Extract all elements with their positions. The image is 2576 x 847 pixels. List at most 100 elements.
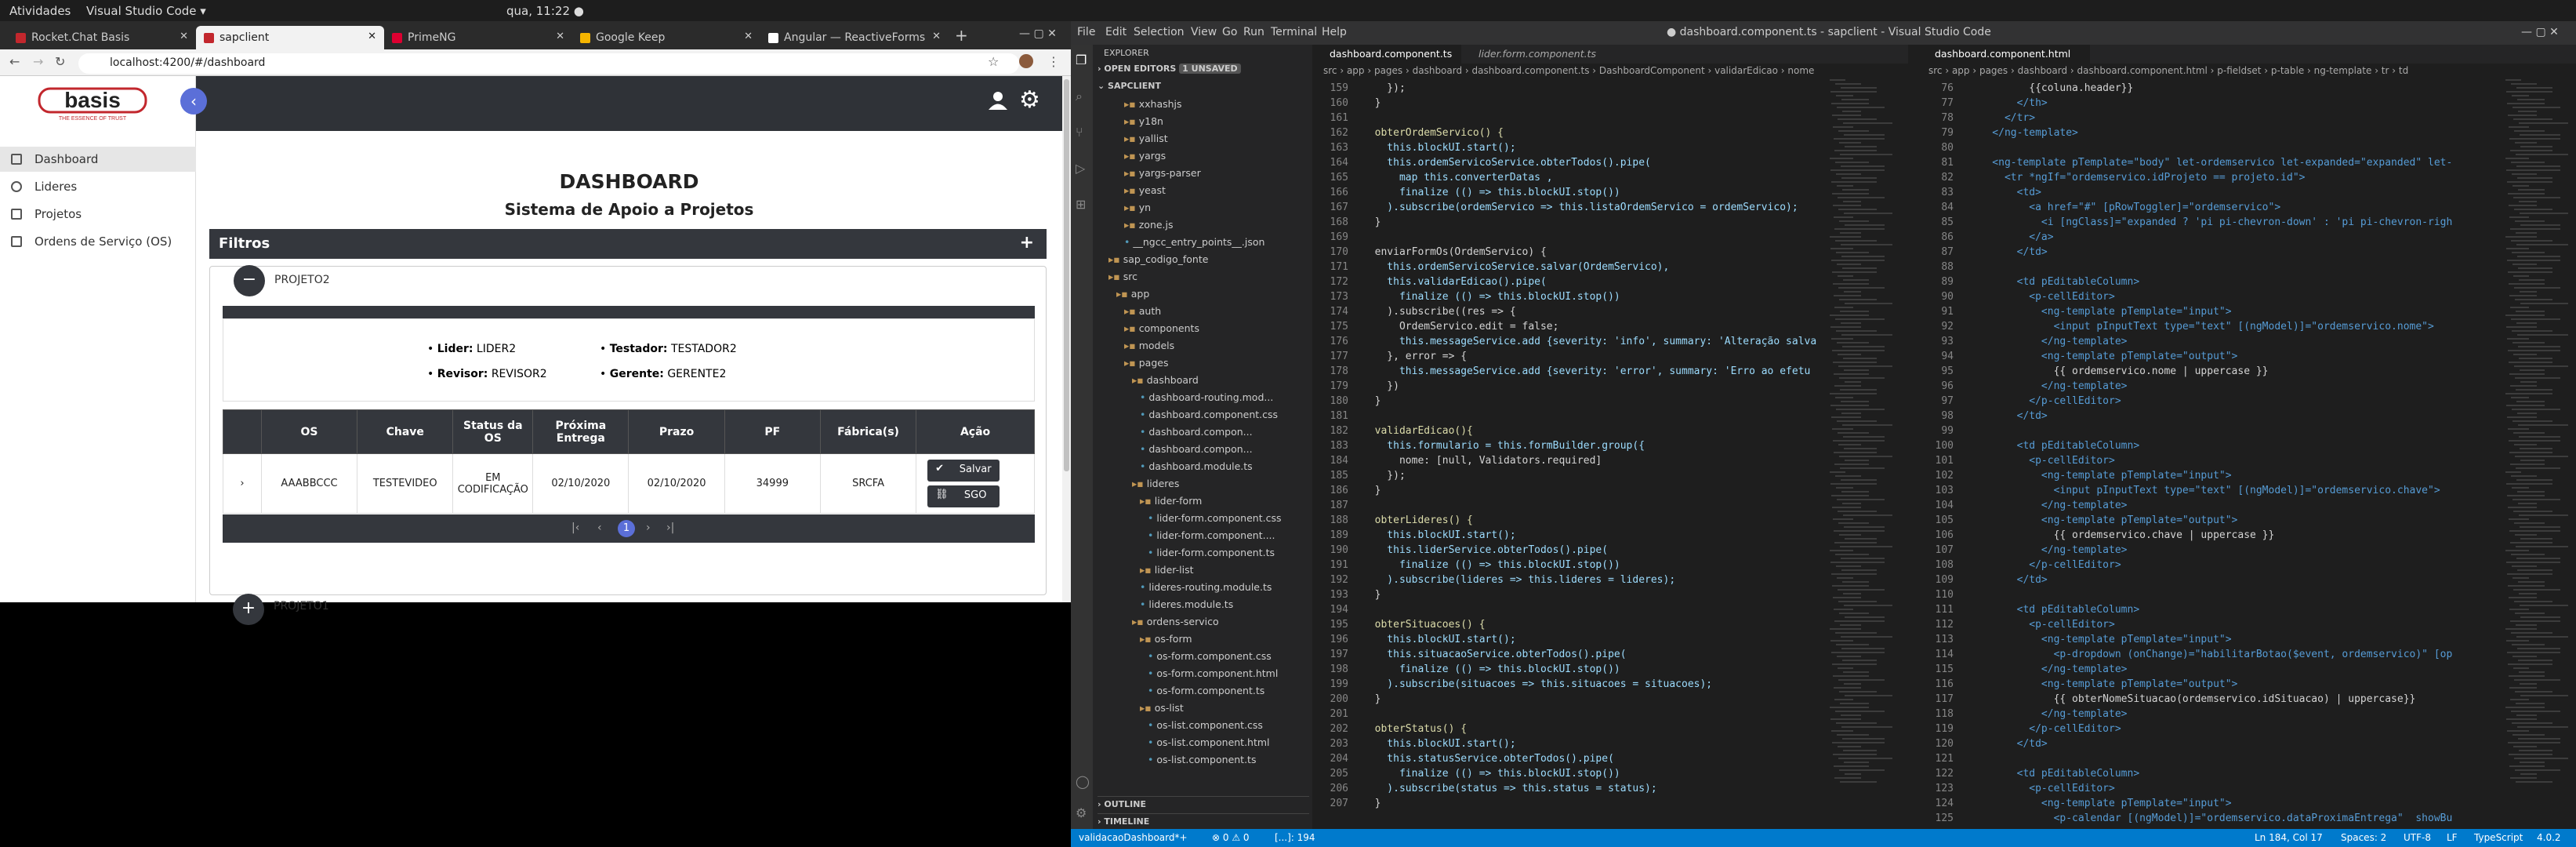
code-line[interactable]: 207 } <box>1312 798 1822 812</box>
code-line[interactable]: 169 <box>1312 231 1822 246</box>
code-line[interactable]: 160 } <box>1312 97 1822 112</box>
branch-indicator[interactable]: validacaoDashboard*+ <box>1079 832 1188 843</box>
tree-file[interactable]: • os-list.component.html <box>1093 736 1312 754</box>
code-line[interactable]: 179 }) <box>1312 380 1822 395</box>
fabrica-cell[interactable]: SRCFA <box>819 453 917 514</box>
menu-run[interactable]: Run <box>1243 26 1264 38</box>
code-line[interactable]: 97 </p-cellEditor> <box>1917 395 2498 410</box>
code-line[interactable]: 192 ).subscribe(lideres => this.lideres … <box>1312 574 1822 589</box>
code-line[interactable]: 124 <ng-template pTemplate="input"> <box>1917 798 2498 812</box>
code-line[interactable]: 195 obterSituacoes() { <box>1312 619 1822 634</box>
close-icon[interactable]: ✕ <box>556 31 564 42</box>
code-line[interactable]: 116 <ng-template pTemplate="output"> <box>1917 678 2498 693</box>
filtros-panel-header[interactable]: Filtros + <box>209 229 1047 259</box>
code-line[interactable]: 176 this.messageService.add {severity: '… <box>1312 336 1822 351</box>
code-line[interactable]: 82 <tr *ngIf="ordemservico.idProjeto == … <box>1917 172 2498 187</box>
code-line[interactable]: 187 <box>1312 500 1822 514</box>
url-input[interactable]: localhost:4200/#/dashboard <box>78 53 1019 74</box>
code-line[interactable]: 86 </a> <box>1917 231 2498 246</box>
code-line[interactable]: 125 <p-calendar [(ngModel)]="ordemservic… <box>1917 812 2498 827</box>
code-line[interactable]: 165 map this.converterDatas , <box>1312 172 1822 187</box>
code-line[interactable]: 162 obterOrdemServico() { <box>1312 127 1822 142</box>
column-header[interactable]: PF <box>724 409 821 454</box>
window-controls[interactable]: — ▢ ✕ <box>2521 26 2559 38</box>
code-line[interactable]: 84 <a href="#" [pRowToggler]="ordemservi… <box>1917 202 2498 216</box>
tree-folder[interactable]: ▸▪ components <box>1093 322 1312 340</box>
tree-folder[interactable]: ▸▪ yargs <box>1093 150 1312 167</box>
code-line[interactable]: 96 </ng-template> <box>1917 380 2498 395</box>
code-line[interactable]: 199 ).subscribe(situacoes => this.situac… <box>1312 678 1822 693</box>
extensions-icon[interactable]: ⊞ <box>1076 197 1086 212</box>
code-line[interactable]: 94 <ng-template pTemplate="output"> <box>1917 351 2498 365</box>
tree-folder[interactable]: ▸▪ yallist <box>1093 133 1312 150</box>
forward-icon[interactable]: → <box>33 54 43 69</box>
menu-edit[interactable]: Edit <box>1105 26 1127 38</box>
code-line[interactable]: 191 finalize (() => this.blockUI.stop()) <box>1312 559 1822 574</box>
sgo-button[interactable]: ⛓ SGO <box>927 485 1000 507</box>
tree-file[interactable]: • dashboard.compon... <box>1093 443 1312 460</box>
prazo-cell[interactable]: 02/10/2020 <box>628 453 725 514</box>
code-line[interactable]: 193 } <box>1312 589 1822 604</box>
code-line[interactable]: 113 <ng-template pTemplate="input"> <box>1917 634 2498 649</box>
code-line[interactable]: 177 }, error => { <box>1312 351 1822 365</box>
code-line[interactable]: 115 </ng-template> <box>1917 663 2498 678</box>
code-line[interactable]: 172 this.validarEdicao().pipe( <box>1312 276 1822 291</box>
code-line[interactable]: 101 <p-cellEditor> <box>1917 455 2498 470</box>
ts-version[interactable]: 4.0.2 <box>2537 832 2561 843</box>
code-line[interactable]: 182 validarEdicao(){ <box>1312 425 1822 440</box>
tab-dashboard-html[interactable]: dashboard.component.html <box>1917 45 2090 64</box>
tree-file[interactable]: • lider-form.component.ts <box>1093 547 1312 564</box>
code-line[interactable]: 114 <p-dropdown (onChange)="habilitarBot… <box>1917 649 2498 663</box>
tree-folder[interactable]: ▸▪ models <box>1093 340 1312 357</box>
tree-file[interactable]: • dashboard-routing.mod... <box>1093 391 1312 409</box>
code-line[interactable]: 178 this.messageService.add {severity: '… <box>1312 365 1822 380</box>
tab-primeng[interactable]: PrimeNG ✕ <box>384 26 572 49</box>
sidebar-toggle-button[interactable]: ‹ <box>180 88 207 115</box>
status-cell[interactable]: EM CODIFICAÇÃO <box>452 453 534 514</box>
nav-lideres[interactable]: Lideres <box>0 174 196 199</box>
tree-folder[interactable]: ▸▪ src <box>1093 271 1312 288</box>
code-line[interactable]: 186 } <box>1312 485 1822 500</box>
encoding[interactable]: UTF-8 <box>2404 832 2431 843</box>
code-line[interactable]: 119 </p-cellEditor> <box>1917 723 2498 738</box>
code-line[interactable]: 89 <td pEditableColumn> <box>1917 276 2498 291</box>
tab-google-keep[interactable]: Google Keep ✕ <box>572 26 760 49</box>
code-line[interactable]: 110 <box>1917 589 2498 604</box>
code-line[interactable]: 78 </tr> <box>1917 112 2498 127</box>
code-line[interactable]: 201 <box>1312 708 1822 723</box>
tree-file[interactable]: • os-form.component.html <box>1093 667 1312 685</box>
code-line[interactable]: 90 <p-cellEditor> <box>1917 291 2498 306</box>
menu-help[interactable]: Help <box>1322 26 1347 38</box>
problems-indicator[interactable]: ⊗ 0 ⚠ 0 <box>1212 832 1250 843</box>
nav-dashboard[interactable]: Dashboard <box>0 147 196 172</box>
code-line[interactable]: 198 finalize (() => this.blockUI.stop()) <box>1312 663 1822 678</box>
code-line[interactable]: 77 </th> <box>1917 97 2498 112</box>
column-header[interactable]: Prazo <box>628 409 725 454</box>
menu-view[interactable]: View <box>1191 26 1217 38</box>
nav-ordens-servico[interactable]: Ordens de Serviço (OS) <box>0 229 196 254</box>
close-icon[interactable]: ✕ <box>744 31 753 42</box>
code-line[interactable]: 189 this.blockUI.start(); <box>1312 529 1822 544</box>
outline-header[interactable]: › OUTLINE <box>1098 796 1309 809</box>
code-line[interactable]: 161 <box>1312 112 1822 127</box>
tree-file[interactable]: • dashboard.compon... <box>1093 426 1312 443</box>
nav-projetos[interactable]: Projetos <box>0 202 196 227</box>
row-expander-icon[interactable]: › <box>223 453 262 514</box>
code-line[interactable]: 91 <ng-template pTemplate="input"> <box>1917 306 2498 321</box>
window-controls[interactable]: — ▢ ✕ <box>1019 27 1057 40</box>
menu-terminal[interactable]: Terminal <box>1271 26 1317 38</box>
code-line[interactable]: 167 ).subscribe(ordemServico => this.lis… <box>1312 202 1822 216</box>
code-line[interactable]: 105 <ng-template pTemplate="output"> <box>1917 514 2498 529</box>
page-scrollbar[interactable] <box>1062 76 1071 602</box>
column-header[interactable]: Chave <box>357 409 454 454</box>
collapse-fieldset-button[interactable]: − <box>234 265 265 296</box>
code-line[interactable]: 166 finalize (() => this.blockUI.stop()) <box>1312 187 1822 202</box>
tree-file[interactable]: • os-form.component.ts <box>1093 685 1312 702</box>
code-line[interactable]: 123 <p-cellEditor> <box>1917 783 2498 798</box>
new-tab-icon[interactable]: + <box>955 26 968 45</box>
tab-rocketchat[interactable]: Rocket.Chat Basis ✕ <box>8 26 196 49</box>
tree-folder[interactable]: ▸▪ os-form <box>1093 633 1312 650</box>
account-icon[interactable]: ◯ <box>1076 774 1090 789</box>
code-line[interactable]: 205 finalize (() => this.blockUI.stop()) <box>1312 768 1822 783</box>
minimap[interactable] <box>1830 79 1892 824</box>
